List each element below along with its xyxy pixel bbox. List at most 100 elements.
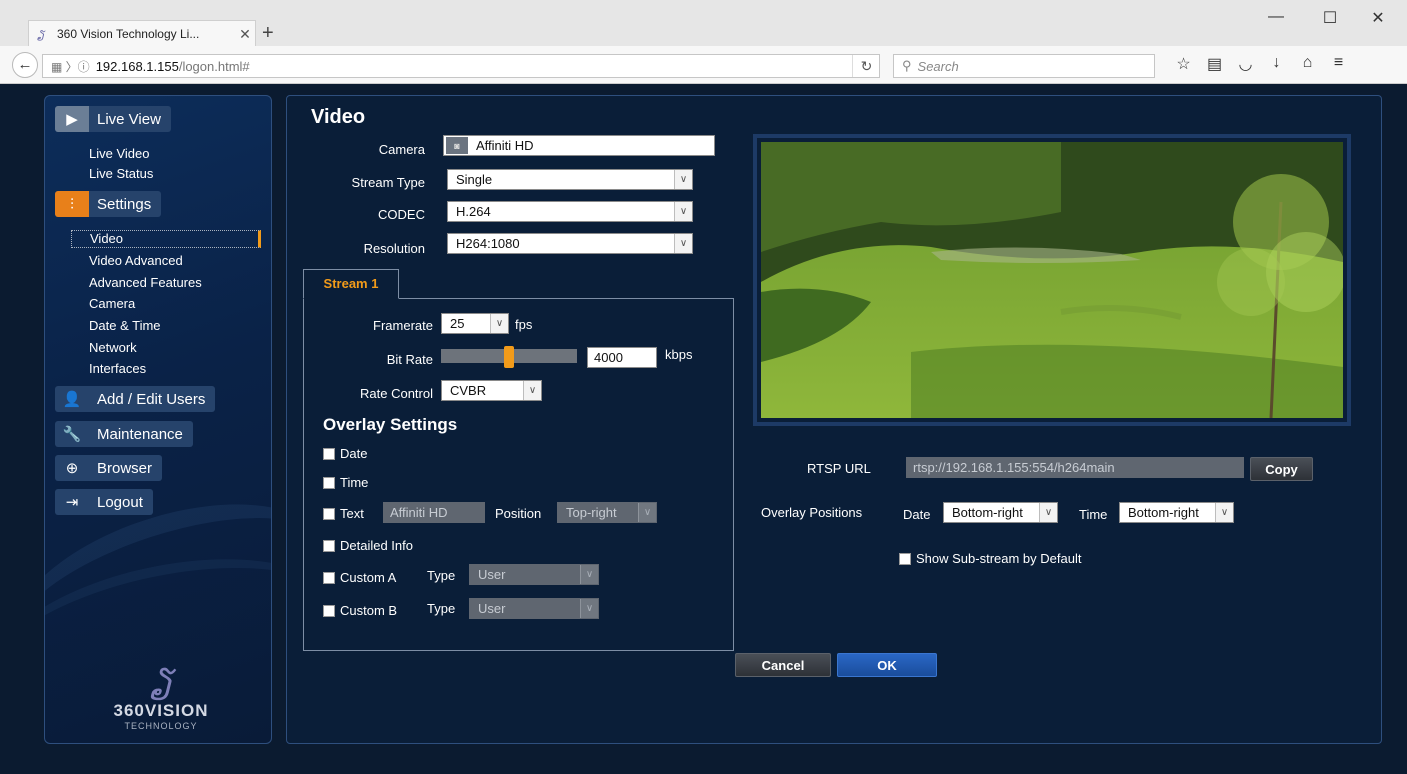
home-icon[interactable]: ⌂ [1292,54,1323,74]
menu-icon[interactable]: ≡ [1323,54,1354,74]
logo-swirl-icon: ຽ [149,662,173,700]
sidebar-item-date-time[interactable]: Date & Time [89,318,161,333]
bitrate-input[interactable]: 4000 [587,347,657,368]
add-edit-users-label: Add / Edit Users [97,390,206,408]
new-tab-icon[interactable]: + [262,22,274,45]
framerate-select[interactable]: 25 ∨ [441,313,509,334]
codec-select[interactable]: H.264 ∨ [447,201,693,222]
tab-title: 360 Vision Technology Li... [57,27,200,41]
bitrate-slider-handle[interactable] [504,346,514,368]
overlay-custom-b-checkbox[interactable]: Custom B [323,603,397,618]
close-tab-icon[interactable]: ✕ [235,26,255,43]
checkbox-box[interactable] [323,571,335,584]
logo-subtitle: TECHNOLOGY [124,721,198,731]
rate-control-select[interactable]: CVBR ∨ [441,380,542,401]
sidebar-item-interfaces[interactable]: Interfaces [89,361,146,376]
rate-control-label: Rate Control [360,386,433,401]
custom-b-type-select[interactable]: User ∨ [469,598,599,619]
url-path: /logon.html# [178,58,250,74]
overlay-detailed-info-checkbox[interactable]: Detailed Info [323,538,413,553]
cancel-button[interactable]: Cancel [735,653,831,677]
add-user-icon: 👤 [62,391,82,408]
live-view-label: Live View [97,110,161,128]
sidebar-browser-button[interactable]: ⊕ Browser [55,455,163,481]
search-input[interactable]: ⚲ Search [893,54,1155,78]
chevron-down-icon: ∨ [580,565,598,584]
overlay-text-label: Text [340,506,364,521]
checkbox-box[interactable] [323,507,335,520]
codec-label: CODEC [378,207,425,222]
resolution-select[interactable]: H264:1080 ∨ [447,233,693,254]
copy-button[interactable]: Copy [1250,457,1313,481]
sidebar-item-video-advanced[interactable]: Video Advanced [89,253,183,268]
browser-tabbar: ຽ 360 Vision Technology Li... ✕ + — ☐ ✕ [0,0,1407,47]
logout-label: Logout [97,493,143,511]
show-substream-label: Show Sub-stream by Default [916,551,1082,566]
main-panel: Video Camera ◙ Affiniti HD Stream Type S… [286,95,1382,744]
overlay-time-checkbox[interactable]: Time [323,475,368,490]
pocket-icon[interactable]: ◡ [1230,54,1261,74]
video-preview-frame [753,134,1351,426]
sidebar-item-live-video[interactable]: Live Video [89,146,149,161]
show-substream-checkbox[interactable]: Show Sub-stream by Default [899,551,1081,566]
framerate-unit: fps [515,317,533,332]
video-preview[interactable] [761,142,1343,418]
browser-tab[interactable]: ຽ 360 Vision Technology Li... ✕ [28,20,256,47]
rtsp-url-label: RTSP URL [807,461,871,476]
sidebar-item-live-status[interactable]: Live Status [89,166,153,181]
sidebar-item-network[interactable]: Network [89,340,137,355]
tab-stream-1[interactable]: Stream 1 [303,269,399,299]
overlay-time-position-select[interactable]: Bottom-right ∨ [1119,502,1234,523]
sidebar-add-edit-users-button[interactable]: 👤 Add / Edit Users [55,386,216,412]
codec-value: H.264 [456,204,491,219]
chevron-down-icon: ∨ [674,170,692,189]
overlay-text-checkbox[interactable]: Text [323,506,364,521]
sidebar-item-camera[interactable]: Camera [89,296,135,311]
overlay-date-checkbox[interactable]: Date [323,446,367,461]
reading-list-icon[interactable]: ▤ [1199,54,1230,74]
url-bar[interactable]: ▦ 〉ⓘ 192.168.1.155 /logon.html# [42,54,880,78]
download-icon[interactable]: ↓ [1261,54,1292,74]
maximize-icon[interactable]: ☐ [1310,8,1350,28]
browser-navbar: ← ▦ 〉ⓘ 192.168.1.155 /logon.html# ↻ ⚲ Se… [0,46,1407,84]
url-host: 192.168.1.155 [95,58,179,74]
bookmark-star-icon[interactable]: ☆ [1168,54,1199,74]
sidebar-item-video[interactable]: Video [71,230,261,248]
bitrate-value: 4000 [594,350,623,365]
overlay-position-select[interactable]: Top-right ∨ [557,502,657,523]
overlay-text-input[interactable]: Affiniti HD [383,502,485,523]
rtsp-url-value: rtsp://192.168.1.155:554/h264main [913,460,1115,475]
custom-a-type-select[interactable]: User ∨ [469,564,599,585]
checkbox-box[interactable] [323,539,335,552]
sidebar-item-advanced-features[interactable]: Advanced Features [89,275,202,290]
rtsp-url-field[interactable]: rtsp://192.168.1.155:554/h264main [906,457,1244,478]
reload-icon[interactable]: ↻ [852,55,880,77]
ok-button[interactable]: OK [837,653,937,677]
minimize-icon[interactable]: — [1256,8,1296,26]
close-window-icon[interactable]: ✕ [1358,8,1398,28]
chevron-down-icon: ∨ [580,599,598,618]
checkbox-box[interactable] [323,447,335,460]
overlay-date-position-select[interactable]: Bottom-right ∨ [943,502,1058,523]
search-placeholder: Search [917,58,959,74]
stream-type-value: Single [456,172,493,187]
custom-b-type-value: User [478,601,506,616]
sidebar-maintenance-button[interactable]: 🔧 Maintenance [55,421,193,447]
checkbox-box[interactable] [323,604,335,617]
sidebar: ▶ Live View Live Video Live Status ⫶ Set… [44,95,272,744]
stream-type-select[interactable]: Single ∨ [447,169,693,190]
sidebar-settings-button[interactable]: ⫶ Settings [55,191,162,217]
chevron-down-icon: ∨ [1215,503,1233,522]
app-area: ▶ Live View Live Video Live Status ⫶ Set… [0,84,1407,774]
sidebar-live-view-button[interactable]: ▶ Live View [55,106,171,132]
overlay-custom-a-checkbox[interactable]: Custom A [323,570,396,585]
back-arrow-icon[interactable]: ← [12,52,38,78]
checkbox-box[interactable] [899,552,911,565]
maintenance-label: Maintenance [97,425,183,443]
sidebar-logout-button[interactable]: ⇥ Logout [55,489,153,515]
page-info-icon[interactable]: ▦ 〉ⓘ [51,58,90,75]
chevron-down-icon: ∨ [638,503,656,522]
checkbox-box[interactable] [323,476,335,489]
browser-label: Browser [97,459,153,477]
custom-a-type-label: Type [427,568,456,583]
